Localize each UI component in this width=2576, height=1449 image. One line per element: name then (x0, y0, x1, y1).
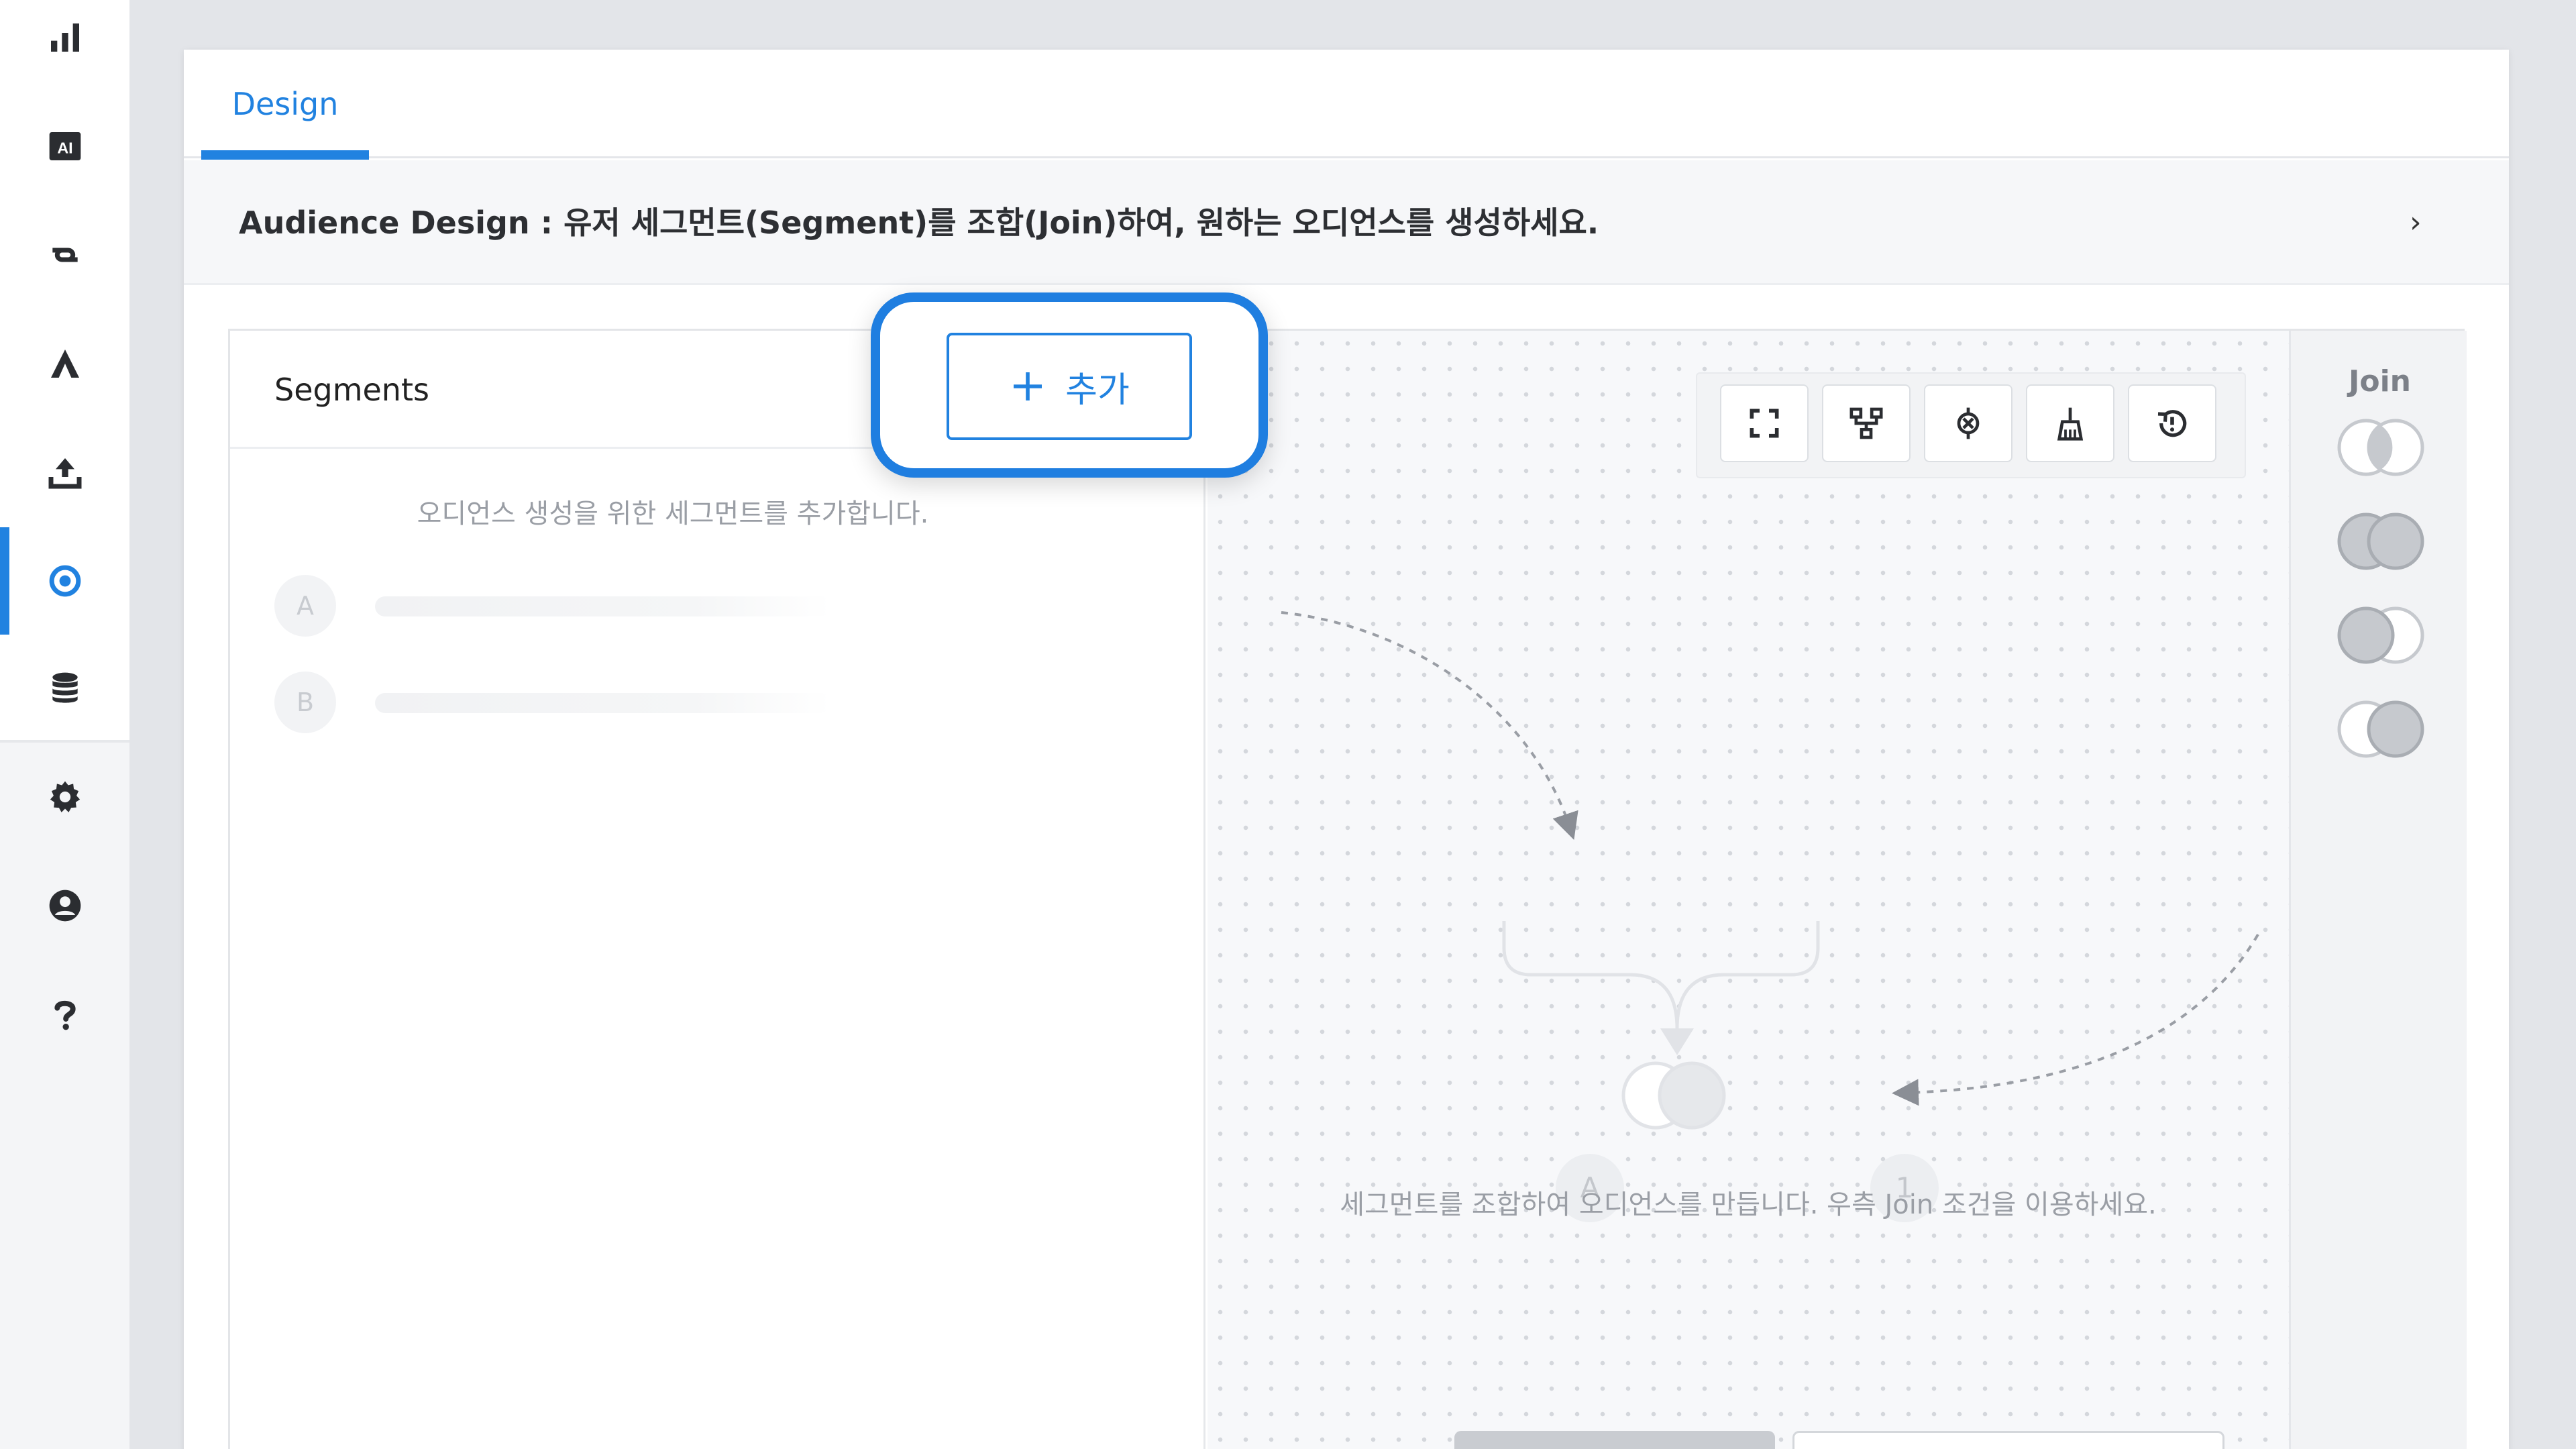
history-button[interactable] (2128, 384, 2216, 462)
pin-button[interactable] (1924, 384, 2012, 462)
plus-icon (1014, 372, 1042, 400)
pin-icon (1957, 407, 1980, 439)
nav-item-help[interactable] (0, 961, 129, 1068)
broom-icon (2057, 407, 2084, 441)
nav-item-chart[interactable] (0, 0, 129, 91)
nav-item-link[interactable] (0, 201, 129, 309)
nav-item-ai[interactable]: AI (0, 93, 129, 200)
segment-placeholder-badge: B (274, 672, 336, 733)
design-area: Segments 오디언스 생성을 위한 세그먼트를 추가합니다. A B A … (228, 329, 2467, 1449)
hint-arrow-left (1281, 611, 1578, 840)
segment-placeholder-row: A (274, 575, 878, 637)
database-icon (52, 672, 78, 703)
result-venn-right (1658, 1061, 1726, 1130)
bar-chart-icon (50, 23, 79, 52)
chain-link-icon (52, 248, 78, 262)
add-segment-button[interactable]: 추가 (947, 333, 1192, 440)
join-title: Join (2348, 364, 2411, 398)
nav-item-settings[interactable] (0, 743, 129, 851)
caret-up-icon (50, 350, 79, 378)
ai-icon: AI (49, 132, 80, 160)
segment-placeholder-line (375, 596, 831, 616)
connector-arrowhead (1660, 1028, 1694, 1055)
tab-bar: Design (184, 50, 2509, 160)
segment-placeholder-badge: A (274, 575, 336, 637)
union-join-icon[interactable] (2331, 508, 2430, 575)
hint-arrow-right (1892, 933, 2259, 1106)
target-icon (49, 565, 80, 597)
sidebar: AI (0, 0, 129, 1449)
main-card: Design Audience Design : 유저 세그먼트(Segment… (184, 50, 2509, 1449)
left-join-icon[interactable] (2331, 602, 2430, 669)
nav-item-audience[interactable] (0, 527, 129, 635)
nav-item-database[interactable] (0, 635, 129, 742)
nav-item-account[interactable] (0, 852, 129, 959)
upload-icon (48, 458, 81, 489)
right-join-icon[interactable] (2331, 696, 2430, 763)
bottom-action-button-primary[interactable] (1454, 1431, 1775, 1449)
join-canvas[interactable]: A 1 세그먼트를 조합하여 오디언스를 만듭니다. 우측 Join 조건을 이… (1208, 331, 2289, 1449)
nav-item-upload[interactable] (0, 419, 129, 526)
fullscreen-icon (1750, 409, 1779, 438)
tree-layout-icon (1849, 407, 1883, 439)
segments-title: Segments (274, 372, 429, 408)
add-segment-label: 추가 (1065, 370, 1130, 411)
info-bar[interactable]: Audience Design : 유저 세그먼트(Segment)를 조합(J… (184, 160, 2509, 285)
nav-item-arrow[interactable] (0, 310, 129, 417)
tree-layout-button[interactable] (1822, 384, 1911, 462)
fullscreen-button[interactable] (1720, 384, 1809, 462)
segment-placeholder-row: B (274, 672, 878, 733)
canvas-toolbar (1696, 372, 2246, 478)
segments-empty-text: 오디언스 생성을 위한 세그먼트를 추가합니다. (417, 498, 929, 529)
chevron-right-icon[interactable]: › (2410, 160, 2422, 285)
info-bar-text: Audience Design : 유저 세그먼트(Segment)를 조합(J… (239, 205, 1599, 241)
user-circle-icon (49, 890, 80, 922)
intersection-join-icon[interactable] (2331, 414, 2430, 481)
gear-icon (50, 781, 80, 812)
canvas-hint-text: 세그먼트를 조합하여 오디언스를 만듭니다. 우측 Join 조건을 이용하세요… (1340, 1189, 2157, 1220)
join-panel: Join (2289, 331, 2467, 1449)
svg-text:AI: AI (57, 140, 72, 157)
broom-button[interactable] (2026, 384, 2114, 462)
segment-placeholder-line (375, 693, 831, 713)
canvas-connectors (1281, 611, 2259, 1130)
question-mark-icon (54, 1000, 76, 1030)
tab-active-indicator (201, 150, 369, 160)
history-icon (2157, 410, 2187, 437)
tab-design[interactable]: Design (201, 50, 369, 158)
segments-panel: Segments 오디언스 생성을 위한 세그먼트를 추가합니다. A B (230, 331, 1205, 1449)
connector-line (1502, 921, 1820, 1029)
bottom-action-button-secondary[interactable] (1792, 1431, 2224, 1449)
